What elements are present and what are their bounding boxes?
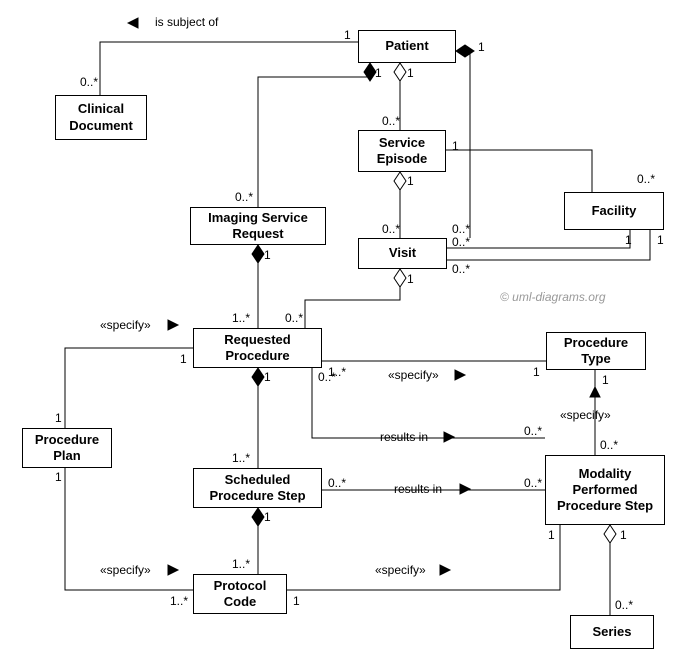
class-clinical-document: Clinical Document bbox=[55, 95, 147, 140]
label-specify-4: «specify» bbox=[100, 563, 151, 577]
mult: 0..* bbox=[524, 476, 542, 490]
mult: 1 bbox=[407, 66, 414, 80]
mult: 1 bbox=[344, 28, 351, 42]
mult: 0..* bbox=[80, 75, 98, 89]
mult: 1 bbox=[180, 352, 187, 366]
label-specify-2: «specify» bbox=[388, 368, 439, 382]
mult: 0..* bbox=[452, 235, 470, 249]
mult: 0..* bbox=[615, 598, 633, 612]
mult: 0..* bbox=[285, 311, 303, 325]
class-protocol-code: Protocol Code bbox=[193, 574, 287, 614]
mult: 1..* bbox=[232, 311, 250, 325]
mult: 0..* bbox=[452, 262, 470, 276]
mult: 1 bbox=[55, 470, 62, 484]
mult: 1..* bbox=[170, 594, 188, 608]
class-series: Series bbox=[570, 615, 654, 649]
mult: 0..* bbox=[524, 424, 542, 438]
label-results-in-2: results in bbox=[394, 482, 442, 496]
class-requested-procedure: Requested Procedure bbox=[193, 328, 322, 368]
mult: 1 bbox=[452, 139, 459, 153]
mult: 1..* bbox=[232, 451, 250, 465]
mult: 1 bbox=[55, 411, 62, 425]
mult: 1 bbox=[264, 370, 271, 384]
mult: 0..* bbox=[600, 438, 618, 452]
class-scheduled-procedure-step: Scheduled Procedure Step bbox=[193, 468, 322, 508]
mult: 0..* bbox=[452, 222, 470, 236]
class-procedure-type: Procedure Type bbox=[546, 332, 646, 370]
mult: 0..* bbox=[382, 114, 400, 128]
mult: 1..* bbox=[232, 557, 250, 571]
mult: 1 bbox=[620, 528, 627, 542]
mult: 1 bbox=[657, 233, 664, 247]
mult: 1 bbox=[533, 365, 540, 379]
class-facility: Facility bbox=[564, 192, 664, 230]
label-is-subject-of: is subject of bbox=[155, 15, 218, 29]
class-modality-performed-procedure-step: Modality Performed Procedure Step bbox=[545, 455, 665, 525]
copyright: © uml-diagrams.org bbox=[500, 290, 606, 304]
label-specify-1: «specify» bbox=[100, 318, 151, 332]
mult: 1 bbox=[625, 233, 632, 247]
mult: 1 bbox=[264, 510, 271, 524]
class-service-episode: Service Episode bbox=[358, 130, 446, 172]
label-specify-5: «specify» bbox=[375, 563, 426, 577]
mult: 1 bbox=[375, 66, 382, 80]
mult: 1 bbox=[293, 594, 300, 608]
mult: 0..* bbox=[637, 172, 655, 186]
mult: 0..* bbox=[328, 476, 346, 490]
class-patient: Patient bbox=[358, 30, 456, 63]
label-results-in-1: results in bbox=[380, 430, 428, 444]
mult: 0..* bbox=[382, 222, 400, 236]
mult: 1 bbox=[602, 373, 609, 387]
class-visit: Visit bbox=[358, 238, 447, 269]
class-imaging-service-request: Imaging Service Request bbox=[190, 207, 326, 245]
mult: 0..* bbox=[318, 370, 336, 384]
mult: 1 bbox=[407, 174, 414, 188]
mult: 0..* bbox=[235, 190, 253, 204]
class-procedure-plan: Procedure Plan bbox=[22, 428, 112, 468]
mult: 1 bbox=[478, 40, 485, 54]
mult: 1 bbox=[264, 248, 271, 262]
mult: 1 bbox=[407, 272, 414, 286]
mult: 1 bbox=[548, 528, 555, 542]
label-specify-3: «specify» bbox=[560, 408, 611, 422]
